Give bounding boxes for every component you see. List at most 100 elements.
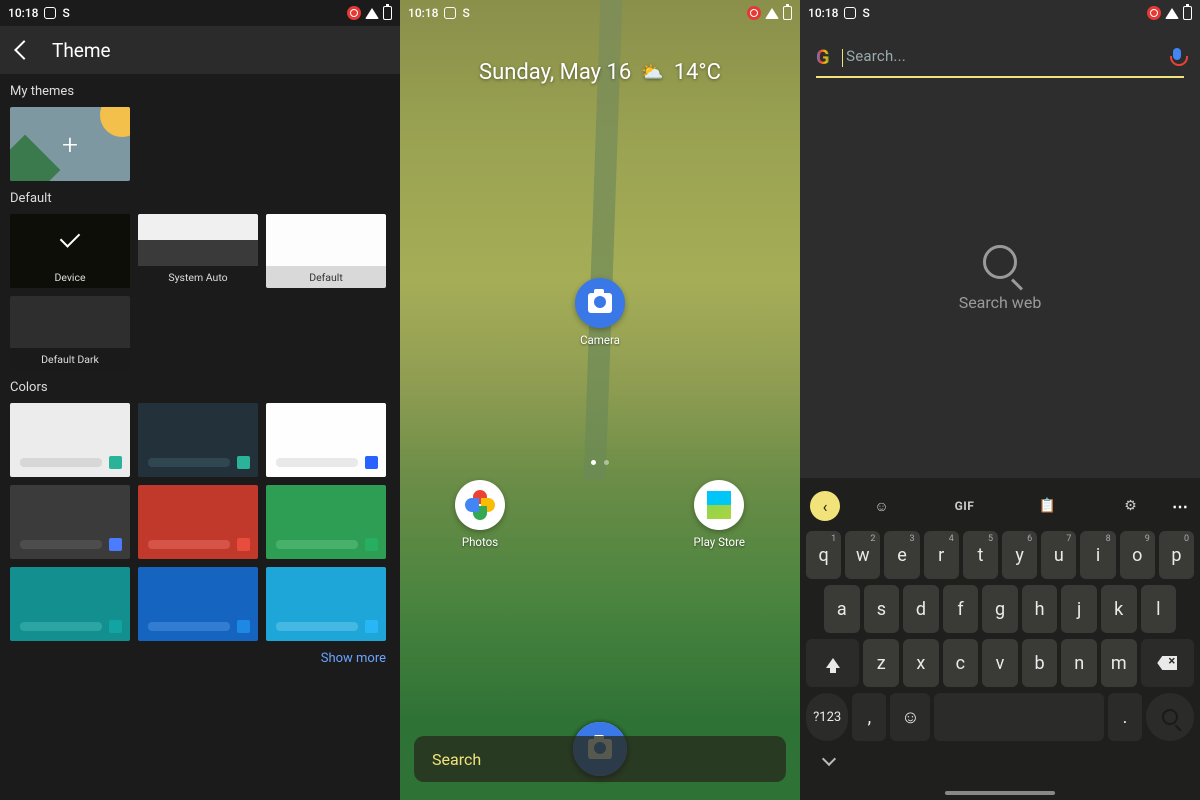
- gif-button[interactable]: GIF: [955, 496, 975, 516]
- key-g[interactable]: g: [982, 585, 1018, 633]
- section-default: Default: [0, 181, 400, 214]
- empty-state: Search web: [800, 78, 1200, 478]
- key-x[interactable]: x: [903, 639, 939, 687]
- color-theme[interactable]: [10, 403, 130, 477]
- gesture-bar[interactable]: [945, 791, 1055, 795]
- theme-device[interactable]: Device: [10, 214, 130, 288]
- key-u[interactable]: u7: [1041, 531, 1076, 579]
- show-more-link[interactable]: Show more: [0, 641, 400, 676]
- key-search[interactable]: [1146, 693, 1194, 741]
- record-icon: [1147, 6, 1161, 20]
- mic-icon[interactable]: [1170, 48, 1184, 66]
- color-theme[interactable]: [266, 567, 386, 641]
- key-numbers[interactable]: ?123: [806, 693, 848, 741]
- key-m[interactable]: m: [1101, 639, 1137, 687]
- check-icon: [59, 229, 81, 251]
- key-d[interactable]: d: [903, 585, 939, 633]
- temperature: 14°C: [674, 60, 721, 85]
- key-shift[interactable]: [806, 639, 859, 687]
- key-n[interactable]: n: [1061, 639, 1097, 687]
- section-mythemes: My themes: [0, 74, 400, 107]
- key-emoji[interactable]: ☺: [890, 693, 930, 741]
- color-theme[interactable]: [266, 403, 386, 477]
- key-f[interactable]: f: [943, 585, 979, 633]
- settings-icon[interactable]: ⚙: [1121, 496, 1141, 516]
- more-icon[interactable]: ⋯: [1172, 497, 1190, 516]
- play-icon: [707, 491, 731, 519]
- search-bar[interactable]: Search: [414, 736, 786, 782]
- status-bar: 10:18 S: [0, 0, 400, 26]
- key-comma[interactable]: ,: [852, 693, 886, 741]
- key-c[interactable]: c: [943, 639, 979, 687]
- key-backspace[interactable]: [1141, 639, 1194, 687]
- battery-icon: [383, 6, 392, 20]
- key-q[interactable]: q1: [806, 531, 841, 579]
- key-e[interactable]: e3: [884, 531, 919, 579]
- color-theme[interactable]: [138, 567, 258, 641]
- clipboard-icon[interactable]: 📋: [1038, 496, 1058, 516]
- color-theme[interactable]: [138, 403, 258, 477]
- date-weather-widget[interactable]: Sunday, May 16 ⛅ 14°C: [400, 60, 800, 85]
- color-theme[interactable]: [138, 485, 258, 559]
- key-z[interactable]: z: [863, 639, 899, 687]
- add-theme-button[interactable]: +: [10, 107, 130, 181]
- theme-settings-screen: 10:18S Theme My themes + Default Device …: [0, 0, 400, 800]
- wifi-icon: [365, 8, 379, 19]
- key-a[interactable]: a: [824, 585, 860, 633]
- weather-icon: ⛅: [641, 62, 663, 83]
- app-play-store[interactable]: Play Store: [694, 480, 745, 549]
- theme-default[interactable]: Default: [266, 214, 386, 288]
- key-h[interactable]: h: [1022, 585, 1058, 633]
- kb-back-chip[interactable]: ‹: [810, 491, 840, 521]
- theme-system-auto[interactable]: System Auto: [138, 214, 258, 288]
- search-icon: [983, 245, 1017, 279]
- sticker-icon[interactable]: ☺: [872, 496, 892, 516]
- search-input[interactable]: G Search...: [816, 38, 1184, 78]
- color-theme[interactable]: [10, 485, 130, 559]
- search-icon: [1162, 709, 1178, 725]
- cast-icon: [844, 7, 856, 19]
- plus-icon: +: [10, 107, 130, 181]
- google-search-screen: 10:18S G Search... Search web ‹ ☺ GIF 📋 …: [800, 0, 1200, 800]
- theme-default-dark[interactable]: Default Dark: [10, 296, 130, 370]
- key-b[interactable]: b: [1022, 639, 1058, 687]
- clock: 10:18: [408, 6, 438, 20]
- key-i[interactable]: i8: [1080, 531, 1115, 579]
- empty-state-text: Search web: [959, 293, 1042, 312]
- app-photos[interactable]: Photos: [455, 480, 505, 549]
- battery-icon: [783, 6, 792, 20]
- clock: 10:18: [8, 6, 38, 20]
- status-bar: 10:18 S: [400, 0, 800, 26]
- wifi-icon: [1165, 8, 1179, 19]
- status-bar: 10:18S: [800, 0, 1200, 26]
- key-r[interactable]: r4: [924, 531, 959, 579]
- key-y[interactable]: y6: [1002, 531, 1037, 579]
- key-j[interactable]: j: [1061, 585, 1097, 633]
- cast-icon: [44, 7, 56, 19]
- key-v[interactable]: v: [982, 639, 1018, 687]
- record-icon: [347, 6, 361, 20]
- battery-icon: [1183, 6, 1192, 20]
- key-s[interactable]: s: [864, 585, 900, 633]
- wifi-icon: [765, 8, 779, 19]
- key-p[interactable]: p0: [1159, 531, 1194, 579]
- key-w[interactable]: w2: [845, 531, 880, 579]
- app-camera[interactable]: Camera: [575, 278, 625, 347]
- nfc-icon: S: [62, 6, 69, 20]
- color-theme[interactable]: [266, 485, 386, 559]
- color-theme[interactable]: [10, 567, 130, 641]
- section-colors: Colors: [0, 370, 400, 403]
- page-title: Theme: [52, 39, 111, 62]
- search-placeholder: Search...: [842, 47, 1158, 66]
- collapse-keyboard-icon[interactable]: [822, 752, 836, 766]
- key-period[interactable]: .: [1108, 693, 1142, 741]
- key-space[interactable]: [934, 693, 1104, 741]
- key-o[interactable]: o9: [1120, 531, 1155, 579]
- key-l[interactable]: l: [1141, 585, 1177, 633]
- key-k[interactable]: k: [1101, 585, 1137, 633]
- back-icon[interactable]: [14, 41, 32, 59]
- home-screen: 10:18 S Sunday, May 16 ⛅ 14°C Camera Phot…: [400, 0, 800, 800]
- nfc-icon: S: [462, 6, 469, 20]
- key-t[interactable]: t5: [963, 531, 998, 579]
- app-bar: Theme: [0, 26, 400, 74]
